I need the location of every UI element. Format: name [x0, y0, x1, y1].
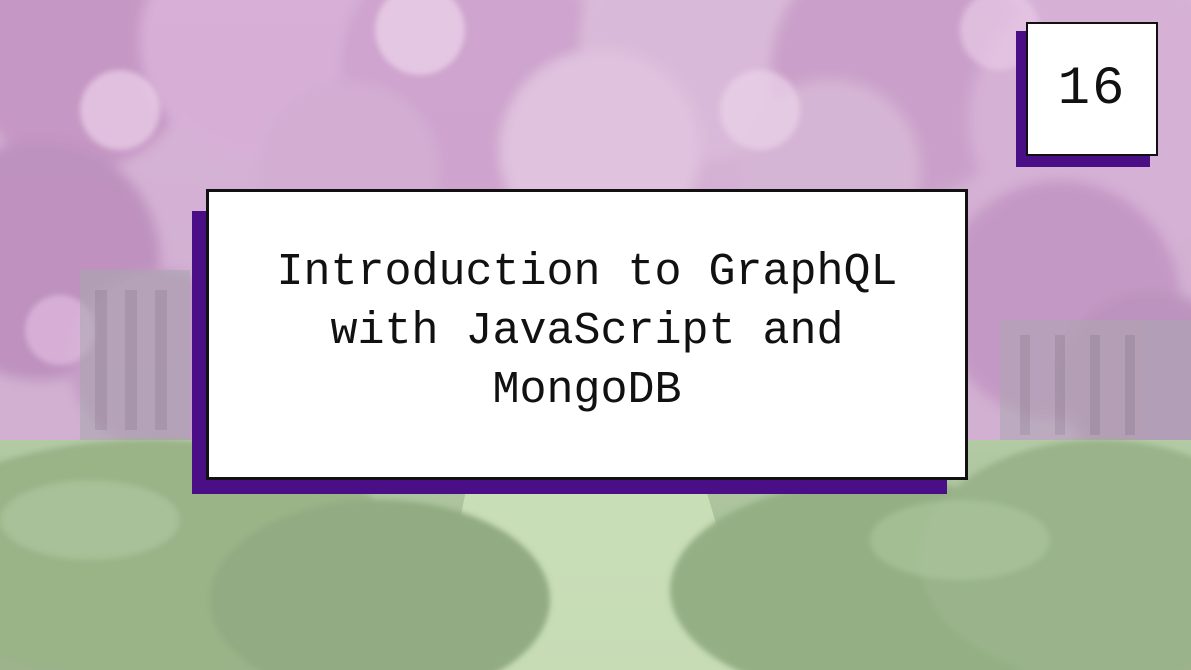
title-line-3: MongoDB — [492, 365, 682, 416]
title-line-1: Introduction to GraphQL — [276, 247, 898, 298]
title-line-2: with JavaScript and — [330, 306, 844, 357]
episode-number: 16 — [1057, 58, 1127, 120]
title-card: Introduction to GraphQL with JavaScript … — [206, 189, 968, 480]
episode-number-badge: 16 — [1026, 22, 1158, 156]
